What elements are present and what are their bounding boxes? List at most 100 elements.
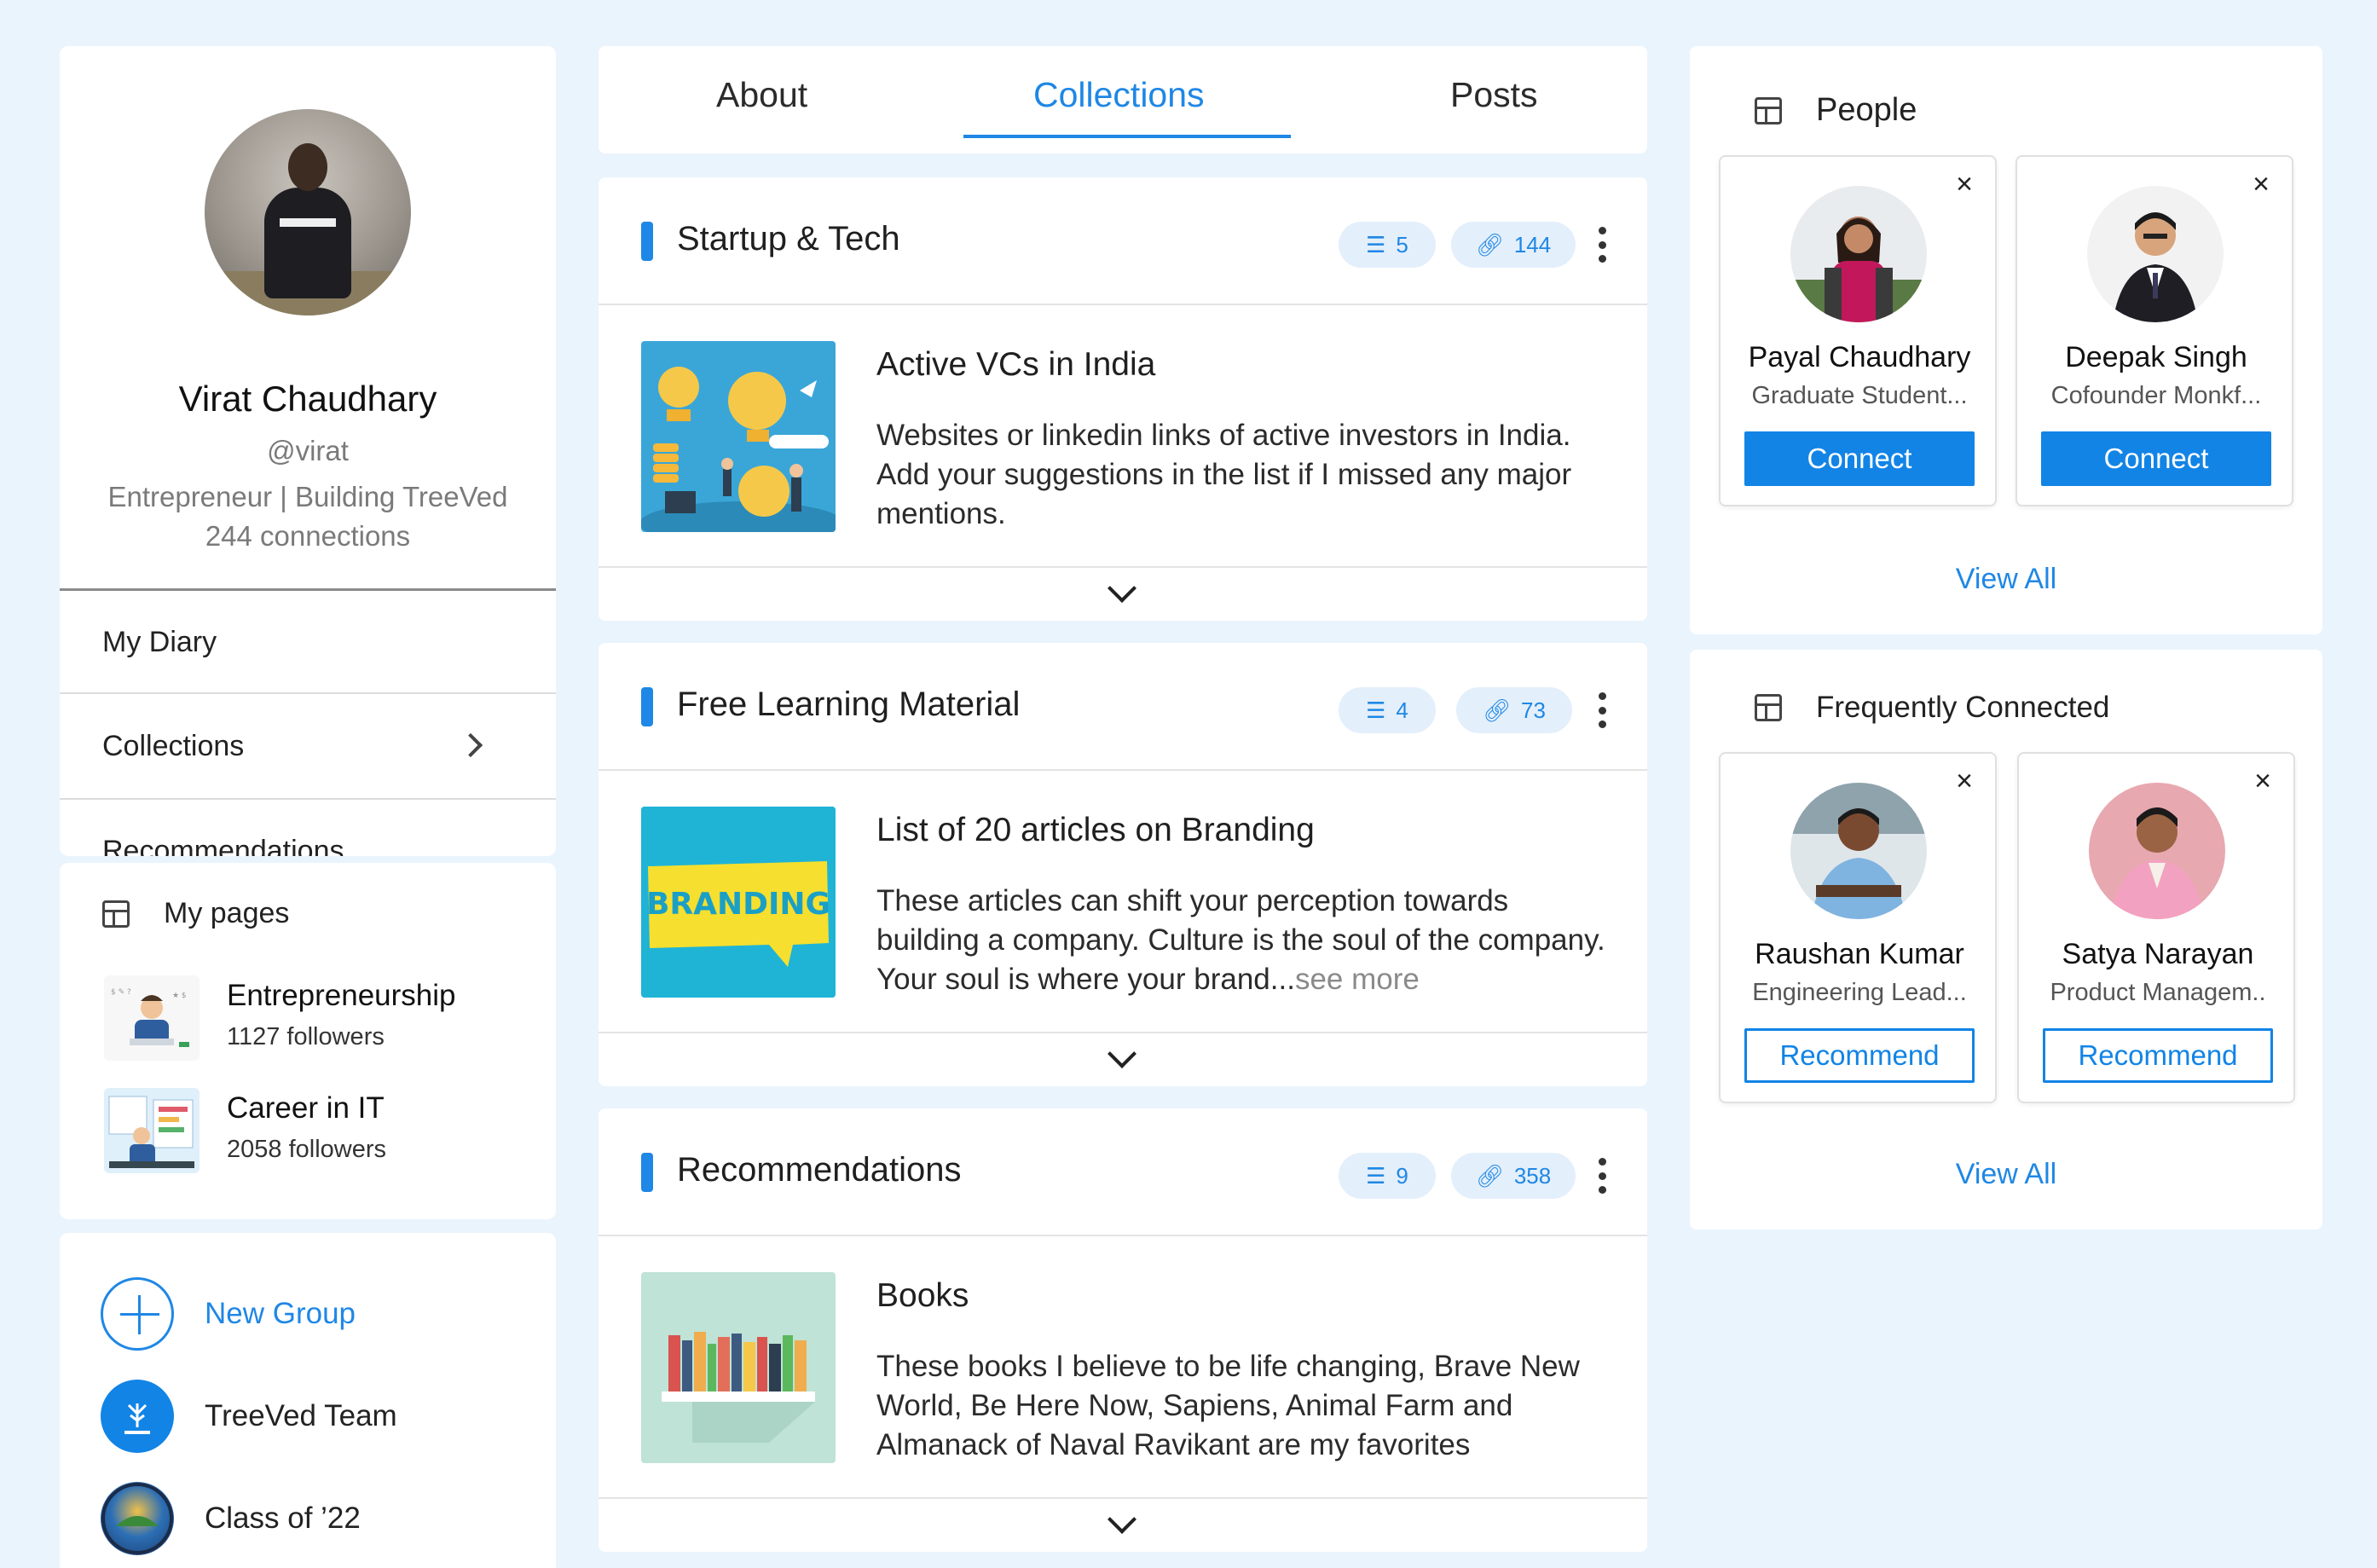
link-icon: 🔗︎: [1475, 1162, 1504, 1189]
menu-item-recommendations[interactable]: Recommendations: [60, 800, 556, 857]
people-view-all-link[interactable]: View All: [1690, 563, 2322, 596]
branding-thumb-text: BRANDING: [646, 887, 830, 922]
item-description: These books I believe to be life changin…: [876, 1350, 1580, 1461]
profile-avatar[interactable]: [205, 109, 411, 315]
person-avatar[interactable]: [1790, 186, 1927, 322]
collection-card-startup-tech: Startup & Tech ☰ 5 🔗︎ 144 Active VCs in …: [599, 177, 1647, 621]
person-avatar[interactable]: [1790, 783, 1927, 919]
see-more-link[interactable]: see more: [1295, 963, 1420, 996]
page-followers: 1127 followers: [227, 1023, 385, 1050]
person-avatar[interactable]: [2089, 783, 2225, 919]
person-card: × Raushan Kumar Engineering Lead... Reco…: [1719, 752, 1997, 1103]
groups-card: New Group TreeVed Team Class of ’22: [60, 1233, 556, 1568]
close-icon[interactable]: ×: [2253, 767, 2273, 796]
collection-divider: [599, 1497, 1647, 1499]
person-name[interactable]: Deepak Singh: [2017, 341, 2295, 374]
people-card: People × Payal Chaudhary Graduate Studen…: [1690, 46, 2322, 634]
panel-layout-icon: [1755, 96, 1782, 124]
page-title: Career in IT: [227, 1091, 385, 1125]
my-pages-card: My pages $ ✎ ? ★ $ Entrepreneurship 1127…: [60, 863, 556, 1219]
more-vertical-icon[interactable]: [1598, 227, 1606, 263]
person-name[interactable]: Satya Narayan: [2019, 938, 2297, 971]
person-subtitle: Product Managem..: [2050, 979, 2266, 1006]
recommend-button[interactable]: Recommend: [1744, 1028, 1975, 1083]
menu-item-collections[interactable]: Collections: [60, 694, 556, 798]
tab-collections[interactable]: Collections: [1033, 75, 1205, 115]
collection-title[interactable]: Recommendations: [677, 1151, 962, 1189]
chevron-down-icon[interactable]: [1108, 1505, 1136, 1534]
group-item-class-of-22[interactable]: Class of ’22: [101, 1482, 361, 1555]
page-item-entrepreneurship[interactable]: $ ✎ ? ★ $ Entrepreneurship 1127 follower…: [104, 975, 530, 1064]
collection-divider: [599, 1235, 1647, 1236]
connect-button[interactable]: Connect: [1744, 431, 1975, 486]
collection-divider: [599, 769, 1647, 771]
panel-layout-icon: [1755, 694, 1782, 721]
item-thumbnail[interactable]: BRANDING: [641, 807, 836, 998]
list-count-badge[interactable]: ☰ 5: [1339, 222, 1436, 268]
plus-circle-icon: [101, 1277, 174, 1351]
close-icon[interactable]: ×: [1954, 767, 1975, 796]
person-name[interactable]: Payal Chaudhary: [1721, 341, 1998, 374]
group-item-treeved-team[interactable]: TreeVed Team: [101, 1380, 397, 1453]
tab-posts[interactable]: Posts: [1450, 75, 1538, 115]
profile-name: Virat Chaudhary: [178, 379, 437, 419]
chevron-down-icon[interactable]: [1108, 1039, 1136, 1068]
group-label: Class of ’22: [205, 1501, 361, 1535]
chevron-down-icon[interactable]: [1108, 574, 1136, 603]
link-icon: 🔗︎: [1475, 231, 1504, 257]
frequently-connected-header: Frequently Connected: [1755, 691, 2109, 725]
menu-item-label: Recommendations: [102, 834, 344, 857]
link-count-badge[interactable]: 🔗︎ 358: [1451, 1153, 1576, 1199]
person-card: × Payal Chaudhary Graduate Student... Co…: [1719, 155, 1997, 506]
collection-accent-bar: [641, 687, 653, 726]
new-group-button[interactable]: New Group: [101, 1277, 356, 1351]
panel-layout-icon: [102, 900, 130, 928]
link-count-badge[interactable]: 🔗︎ 73: [1456, 687, 1572, 733]
my-pages-header: My pages: [102, 897, 289, 930]
frequently-connected-view-all-link[interactable]: View All: [1690, 1158, 2322, 1191]
link-count-badge[interactable]: 🔗︎ 144: [1451, 222, 1576, 268]
more-vertical-icon[interactable]: [1598, 1158, 1606, 1194]
item-thumbnail[interactable]: [641, 1272, 836, 1463]
career-in-it-thumbnail: [104, 1088, 200, 1173]
person-card: × Satya Narayan Product Managem.. Recomm…: [2017, 752, 2295, 1103]
connect-button[interactable]: Connect: [2041, 431, 2271, 486]
list-count-badge[interactable]: ☰ 9: [1339, 1153, 1436, 1199]
svg-text:$ ✎ ?: $ ✎ ?: [111, 988, 131, 997]
item-title[interactable]: Books: [876, 1277, 969, 1315]
tab-about[interactable]: About: [716, 75, 807, 115]
people-title: People: [1816, 92, 1917, 128]
profile-tagline: Entrepreneur | Building TreeVed: [107, 481, 508, 512]
collection-title[interactable]: Free Learning Material: [677, 686, 1020, 724]
group-label: TreeVed Team: [205, 1399, 397, 1432]
profile-card: Virat Chaudhary @virat Entrepreneur | Bu…: [60, 46, 556, 856]
menu-item-label: Collections: [102, 729, 245, 762]
page-followers: 2058 followers: [227, 1136, 386, 1163]
person-avatar[interactable]: [2087, 186, 2224, 322]
profile-connections[interactable]: 244 connections: [60, 520, 556, 553]
page-item-career-in-it[interactable]: Career in IT 2058 followers: [104, 1088, 530, 1177]
recommend-button[interactable]: Recommend: [2043, 1028, 2273, 1083]
person-name[interactable]: Raushan Kumar: [1721, 938, 1998, 971]
class-logo-icon: [101, 1482, 174, 1555]
item-thumbnail[interactable]: [641, 341, 836, 532]
close-icon[interactable]: ×: [2251, 170, 2271, 199]
list-icon: ☰: [1366, 1162, 1386, 1189]
item-title[interactable]: List of 20 articles on Branding: [876, 812, 1315, 849]
profile-handle: @virat: [267, 435, 349, 466]
person-subtitle: Cofounder Monkf...: [2050, 382, 2262, 409]
active-tab-indicator: [963, 135, 1291, 138]
page-title: Entrepreneurship: [227, 979, 456, 1012]
close-icon[interactable]: ×: [1954, 170, 1975, 199]
item-title[interactable]: Active VCs in India: [876, 346, 1155, 384]
more-vertical-icon[interactable]: [1598, 692, 1606, 728]
menu-item-my-diary[interactable]: My Diary: [60, 590, 556, 694]
my-pages-title: My pages: [164, 897, 290, 929]
people-header: People: [1755, 92, 1917, 129]
collection-title[interactable]: Startup & Tech: [677, 220, 900, 258]
list-count-badge[interactable]: ☰ 4: [1339, 687, 1436, 733]
list-icon: ☰: [1366, 231, 1386, 257]
menu-item-label: My Diary: [102, 625, 217, 658]
svg-text:★ $: ★ $: [172, 992, 187, 1000]
collection-card-recommendations: Recommendations ☰ 9 🔗︎ 358 Books These b…: [599, 1108, 1647, 1552]
